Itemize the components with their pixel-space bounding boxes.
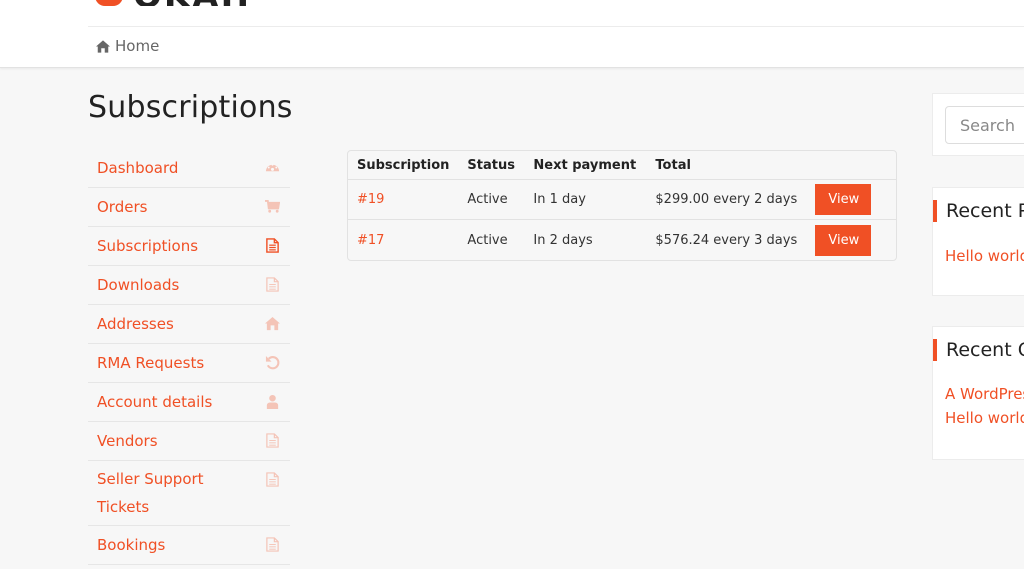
comment-post-link[interactable]: Hello world!	[945, 409, 1024, 427]
breadcrumb-home-link[interactable]: Home	[115, 37, 159, 55]
view-button[interactable]: View	[815, 184, 872, 215]
nav-link-seller-support-tickets[interactable]: Seller Support Tickets	[88, 461, 290, 525]
column-header-subscription: Subscription	[348, 151, 459, 180]
nav-item-rma-requests[interactable]: RMA Requests	[88, 344, 290, 383]
search-input[interactable]	[945, 106, 1024, 144]
nav-link-addresses[interactable]: Addresses	[88, 305, 290, 343]
nav-item-orders[interactable]: Orders	[88, 188, 290, 227]
home-icon	[96, 39, 110, 53]
column-header-actions	[806, 151, 896, 180]
file-text-icon	[266, 238, 279, 253]
header-divider	[88, 26, 1024, 27]
logo-mark-icon	[95, 0, 123, 6]
nav-link-bookings[interactable]: Bookings	[88, 526, 290, 564]
recent-posts-list: Hello world!	[945, 244, 1024, 268]
breadcrumb: Home	[96, 37, 159, 55]
table-row: #17 Active In 2 days $576.24 every 3 day…	[348, 220, 896, 260]
nav-item-dashboard[interactable]: Dashboard	[88, 149, 290, 188]
nav-item-subscriptions[interactable]: Subscriptions	[88, 227, 290, 266]
file-icon	[266, 472, 279, 487]
logo-text: OKAH	[133, 0, 251, 6]
view-button[interactable]: View	[815, 224, 872, 256]
site-header: OKAH Home	[0, 0, 1024, 68]
column-header-next-payment: Next payment	[524, 151, 647, 180]
page-title: Subscriptions	[88, 90, 293, 125]
subscription-link[interactable]: #17	[357, 233, 384, 248]
home-icon	[265, 316, 280, 331]
subscription-total: $299.00 every 2 days	[646, 180, 807, 220]
widget-title: Recent Posts	[933, 200, 1024, 222]
account-navigation: Dashboard Orders Subscriptions Downloads	[88, 149, 290, 565]
nav-item-downloads[interactable]: Downloads	[88, 266, 290, 305]
file-icon	[266, 537, 279, 552]
column-header-total: Total	[646, 151, 807, 180]
nav-link-rma-requests[interactable]: RMA Requests	[88, 344, 290, 382]
cart-icon	[265, 199, 280, 213]
nav-link-vendors[interactable]: Vendors	[88, 422, 290, 460]
column-header-status: Status	[458, 151, 525, 180]
nav-link-account-details[interactable]: Account details	[88, 383, 290, 421]
nav-link-dashboard[interactable]: Dashboard	[88, 149, 290, 187]
site-logo[interactable]: OKAH	[95, 0, 251, 6]
subscription-next-payment: In 2 days	[533, 232, 593, 248]
nav-link-orders[interactable]: Orders	[88, 188, 290, 226]
comment-author-link[interactable]: A WordPress Commenter	[945, 385, 1024, 403]
nav-item-account-details[interactable]: Account details	[88, 383, 290, 422]
subscription-next-payment: In 1 day	[524, 180, 647, 220]
recent-posts-widget: Recent Posts Hello world!	[932, 187, 1024, 296]
widget-title: Recent Comments	[933, 339, 1024, 361]
recent-post-link[interactable]: Hello world!	[945, 247, 1024, 265]
subscription-total: $576.24 every 3 days	[655, 232, 798, 248]
subscription-status: Active	[458, 180, 525, 220]
nav-item-bookings[interactable]: Bookings	[88, 526, 290, 565]
subscription-link[interactable]: #19	[357, 192, 384, 207]
list-item: A WordPress Commenter	[945, 382, 1024, 406]
dashboard-icon	[265, 163, 280, 172]
nav-link-downloads[interactable]: Downloads	[88, 266, 290, 304]
table-row: #19 Active In 1 day $299.00 every 2 days…	[348, 180, 896, 220]
nav-item-vendors[interactable]: Vendors	[88, 422, 290, 461]
nav-item-seller-support-tickets[interactable]: Seller Support Tickets	[88, 461, 290, 526]
list-item: Hello world!	[945, 244, 1024, 268]
file-icon	[266, 433, 279, 448]
nav-item-addresses[interactable]: Addresses	[88, 305, 290, 344]
recent-comments-list: A WordPress Commenter Hello world!	[945, 382, 1024, 430]
recent-comments-widget: Recent Comments A WordPress Commenter He…	[932, 326, 1024, 460]
search-widget	[932, 93, 1024, 156]
undo-icon	[265, 355, 280, 370]
file-icon	[266, 277, 279, 292]
user-icon	[266, 394, 279, 409]
list-item: Hello world!	[945, 406, 1024, 430]
nav-link-subscriptions[interactable]: Subscriptions	[88, 227, 290, 265]
table-header-row: Subscription Status Next payment Total	[348, 151, 896, 180]
subscriptions-table: Subscription Status Next payment Total #…	[347, 150, 897, 261]
subscription-status: Active	[467, 232, 508, 248]
